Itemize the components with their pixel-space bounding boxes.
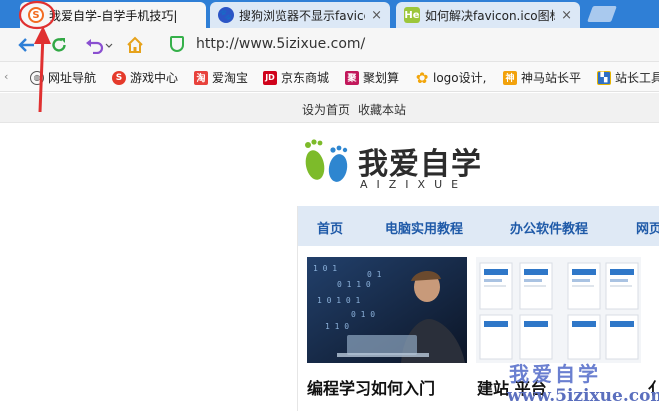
he-favicon-icon: He (404, 7, 420, 23)
tab-title: 我爱自学-自学手机技巧| (49, 8, 178, 23)
bookmark-label: 爱淘宝 (212, 71, 249, 85)
watermark-url: www.5izixue.com (507, 386, 659, 406)
watermark-cn: 我爱自学 (509, 362, 601, 386)
undo-icon (86, 39, 113, 54)
navigation-bar: http://www.5izixue.com/ (0, 28, 659, 62)
bookmark-site-link[interactable]: 收藏本站 (358, 101, 406, 118)
tab-favicon-fix[interactable]: He 如何解决favicon.ico图标 × (396, 2, 580, 28)
refresh-button[interactable] (48, 34, 70, 56)
svg-text:1 1 0: 1 1 0 (325, 322, 349, 331)
nav-office-tutorials[interactable]: 办公软件教程 (510, 218, 588, 237)
tab-title: 如何解决favicon.ico图标 (425, 8, 556, 23)
svg-text:0 1 0: 0 1 0 (351, 310, 375, 319)
undo-close-button[interactable] (82, 34, 116, 56)
bookmark-label: 网址导航 (48, 71, 97, 85)
article-thumbnail[interactable] (476, 257, 641, 363)
bookmark-label: 京东商城 (281, 71, 330, 85)
tab-strip: S 我爱自学-自学手机技巧| 🐾 搜狗浏览器不显示favicon × He 如何… (0, 0, 659, 28)
nav-home[interactable]: 首页 (317, 218, 343, 237)
bookmark-item[interactable]: ◍ 网址导航 (30, 69, 96, 86)
bookmark-item[interactable]: 淘 爱淘宝 (194, 69, 248, 86)
home-button[interactable] (124, 34, 146, 56)
bookmark-label: logo设计, (433, 71, 487, 85)
gear-icon: ✿ (415, 68, 429, 87)
bookmark-item[interactable]: 神 神马站长平 (503, 69, 581, 86)
article-thumbnail[interactable]: 1 0 10 1 1 0 1 0 1 0 1 0 1 01 1 0 0 1 (307, 257, 467, 363)
bookmark-item[interactable]: 聚 聚划算 (345, 69, 399, 86)
browser-window: S 我爱自学-自学手机技巧| 🐾 搜狗浏览器不显示favicon × He 如何… (0, 0, 659, 411)
bookmark-label: 游戏中心 (130, 71, 179, 85)
svg-text:0 1: 0 1 (367, 270, 382, 279)
site-logo[interactable]: 我爱自学 AIZIXUE (300, 135, 520, 195)
bookmark-label: 神马站长平 (521, 71, 582, 85)
bookmark-overflow-icon[interactable]: ‹ (4, 70, 8, 83)
tools-icon: ▚ (597, 70, 611, 85)
article-caption[interactable]: 编程学习如何入门 (307, 375, 435, 399)
sogou-favicon-icon: S (28, 7, 44, 23)
tab-title: 搜狗浏览器不显示favicon (239, 8, 366, 23)
svg-text:1 0 1 0 1: 1 0 1 0 1 (317, 296, 361, 305)
bookmark-label: 站长工具 (615, 71, 659, 85)
svg-text:1 0 1: 1 0 1 (313, 264, 337, 273)
programmer-image: 1 0 10 1 1 0 1 0 1 0 1 0 1 01 1 0 0 1 (307, 257, 467, 363)
bookmark-item[interactable]: S 游戏中心 (112, 69, 178, 86)
refresh-icon (52, 38, 66, 52)
shenma-icon: 神 (503, 70, 517, 85)
tab-sogou-favicon[interactable]: 🐾 搜狗浏览器不显示favicon × (210, 2, 390, 28)
jd-icon: JD (263, 70, 277, 85)
bookmark-item[interactable]: ▚ 站长工具 (597, 69, 659, 86)
logo-subtitle: AIZIXUE (360, 178, 468, 191)
documents-image (476, 257, 641, 363)
security-shield-icon (170, 36, 184, 52)
nav-web[interactable]: 网页 (636, 218, 659, 237)
new-tab-button[interactable] (587, 6, 617, 22)
footprint-logo-icon (305, 139, 348, 182)
site-watermark: 我爱自学 www.5izixue.com (505, 358, 659, 411)
globe-icon: ◍ (30, 70, 44, 85)
bookmark-bar: ‹ ◍ 网址导航 S 游戏中心 淘 爱淘宝 JD 京东商城 聚 聚划算 ✿ lo… (0, 62, 659, 92)
close-icon[interactable]: × (561, 8, 572, 23)
set-homepage-link[interactable]: 设为首页 (302, 101, 350, 118)
taobao-icon: 淘 (194, 70, 208, 85)
baidu-paw-icon: 🐾 (218, 7, 234, 23)
home-icon (127, 36, 143, 53)
address-input[interactable]: http://www.5izixue.com/ (196, 36, 365, 52)
bookmark-label: 聚划算 (363, 71, 400, 85)
site-main-nav: 首页 电脑实用教程 办公软件教程 网页 (298, 206, 659, 246)
svg-text:0 1 1 0: 0 1 1 0 (337, 280, 371, 289)
bookmark-item[interactable]: JD 京东商城 (263, 69, 329, 86)
nav-pc-tutorials[interactable]: 电脑实用教程 (385, 218, 463, 237)
sogou-game-icon: S (112, 70, 126, 85)
tab-5izixue[interactable]: S 我爱自学-自学手机技巧| (20, 2, 206, 28)
logo-title: 我爱自学 (358, 147, 482, 182)
site-top-bar: 设为首页 收藏本站 (0, 93, 659, 123)
back-button[interactable] (16, 34, 38, 56)
back-arrow-icon (18, 38, 34, 52)
bookmark-item[interactable]: ✿ logo设计, (415, 68, 487, 87)
close-icon[interactable]: × (371, 8, 382, 23)
juhuasuan-icon: 聚 (345, 70, 359, 85)
